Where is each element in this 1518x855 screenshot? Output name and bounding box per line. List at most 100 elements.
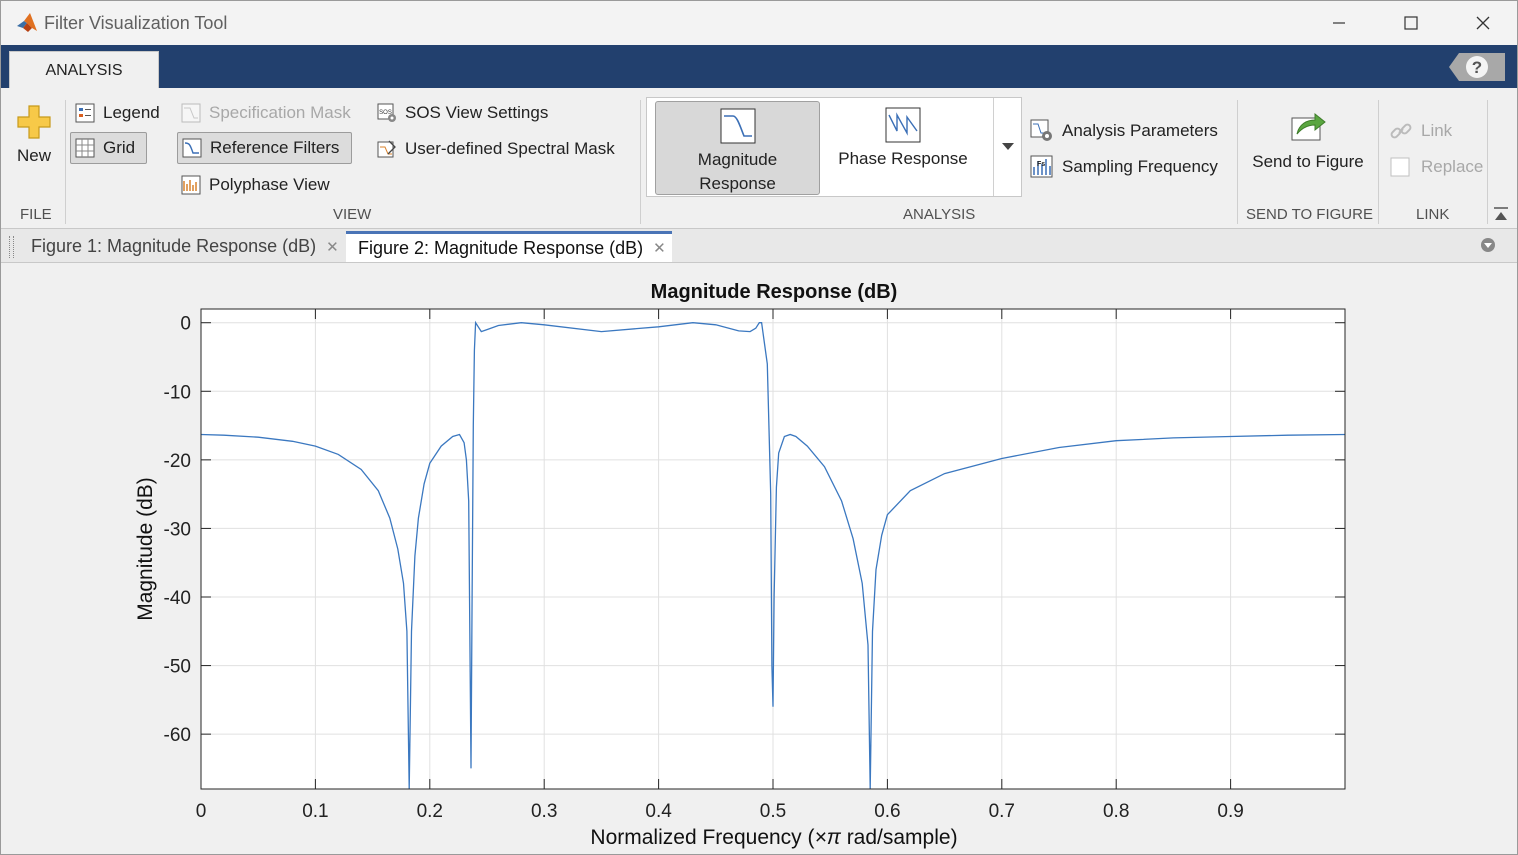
- grid-label: Grid: [103, 138, 136, 157]
- title-bar: Filter Visualization Tool: [1, 1, 1517, 45]
- x-axis-label-symbol: ×π: [815, 826, 842, 849]
- tab-figure-2-label: Figure 2: Magnitude Response (dB): [358, 237, 644, 258]
- y-tick-label: -40: [164, 588, 191, 609]
- tab-grip-handle[interactable]: [9, 236, 14, 258]
- analysis-parameters-button[interactable]: Analysis Parameters: [1030, 118, 1218, 144]
- help-button[interactable]: ?: [1441, 52, 1505, 82]
- send-to-figure-button[interactable]: Send to Figure: [1247, 104, 1369, 174]
- svg-text:Fs: Fs: [1037, 161, 1045, 168]
- magnitude-response-icon: [720, 108, 755, 144]
- polyphase-view-icon: [181, 175, 201, 195]
- x-tick-label: 0: [196, 801, 207, 822]
- specification-mask-label: Specification Mask: [209, 103, 351, 122]
- legend-icon: [75, 103, 95, 123]
- grid-button[interactable]: Grid: [70, 132, 147, 164]
- phase-response-icon: [885, 107, 921, 143]
- y-tick-label: 0: [180, 314, 191, 335]
- legend-label: Legend: [103, 103, 160, 122]
- maximize-button[interactable]: [1379, 1, 1443, 45]
- chevron-down-icon: [1002, 143, 1014, 150]
- new-label: New: [16, 146, 51, 165]
- window-title: Filter Visualization Tool: [44, 13, 228, 33]
- x-tick-label: 0.8: [1103, 801, 1129, 822]
- new-button[interactable]: New: [11, 104, 57, 174]
- magnitude-response-chart[interactable]: Magnitude Response (dB) 0 0.1 0.2 0.3 0.4 0.5…: [1, 263, 1517, 854]
- separator: [640, 100, 641, 224]
- phase-response-label: Phase Response: [838, 149, 968, 168]
- x-tick-labels: 0 0.1 0.2 0.3 0.4 0.5 0.6 0.7 0.8 0.9: [196, 801, 1244, 822]
- close-icon: [1476, 16, 1490, 30]
- sos-settings-icon: SOS: [377, 103, 396, 122]
- y-tick-label: -50: [164, 657, 191, 678]
- x-axis-label-suffix: rad/sample): [841, 826, 958, 849]
- sos-view-settings-label: SOS View Settings: [405, 103, 549, 122]
- x-tick-label: 0.2: [417, 801, 443, 822]
- checkbox-icon: [1390, 157, 1410, 177]
- plus-icon: [17, 105, 51, 139]
- specification-mask-button[interactable]: Specification Mask: [181, 100, 351, 126]
- phase-response-button[interactable]: Phase Response: [823, 101, 983, 195]
- reference-filters-button[interactable]: Reference Filters: [177, 132, 352, 164]
- maximize-icon: [1404, 16, 1418, 30]
- link-label: Link: [1421, 121, 1453, 140]
- tab-analysis[interactable]: ANALYSIS: [9, 51, 159, 90]
- link-icon: [1390, 123, 1412, 139]
- app-window: Filter Visualization Tool ANALYSIS ? New…: [0, 0, 1518, 855]
- link-button[interactable]: Link: [1389, 118, 1452, 144]
- x-tick-label: 0.9: [1217, 801, 1243, 822]
- collapse-toolstrip-icon[interactable]: [1492, 206, 1510, 222]
- polyphase-view-button[interactable]: Polyphase View: [181, 172, 330, 198]
- x-tick-label: 0.5: [760, 801, 786, 822]
- minimize-button[interactable]: [1307, 1, 1371, 45]
- gallery-expand-button[interactable]: [993, 98, 1022, 196]
- y-axis-label: Magnitude (dB): [134, 477, 157, 621]
- sos-view-settings-button[interactable]: SOS SOS View Settings: [377, 100, 548, 126]
- separator: [65, 100, 66, 224]
- grid-icon: [75, 138, 95, 158]
- magnitude-response-label-2: Response: [699, 174, 776, 193]
- svg-text:?: ?: [1472, 58, 1482, 77]
- close-tab-icon[interactable]: ✕: [653, 239, 666, 257]
- group-label-analysis: ANALYSIS: [903, 206, 976, 223]
- specification-mask-icon: [181, 103, 201, 123]
- reference-filters-icon: [182, 138, 202, 158]
- reference-filters-label: Reference Filters: [210, 138, 340, 157]
- y-tick-label: -10: [164, 382, 191, 403]
- y-tick-label: -60: [164, 725, 191, 746]
- sampling-frequency-button[interactable]: Fs Sampling Frequency: [1030, 154, 1218, 180]
- analysis-parameters-icon: [1030, 119, 1052, 141]
- close-tab-icon[interactable]: ✕: [326, 238, 339, 256]
- sampling-frequency-icon: Fs: [1030, 155, 1053, 178]
- x-tick-label: 0.6: [874, 801, 900, 822]
- y-tick-labels: 0 -10 -20 -30 -40 -50 -60: [164, 314, 191, 746]
- matlab-logo-icon: [17, 13, 37, 32]
- close-button[interactable]: [1451, 1, 1515, 45]
- group-label-send-to-figure: SEND TO FIGURE: [1246, 206, 1373, 223]
- send-to-figure-label: Send to Figure: [1252, 152, 1364, 171]
- magnitude-response-label-1: Magnitude: [697, 150, 778, 169]
- group-label-link: LINK: [1416, 206, 1450, 223]
- group-label-view: VIEW: [333, 206, 372, 223]
- spectral-mask-icon: [377, 140, 396, 158]
- user-defined-spectral-mask-label: User-defined Spectral Mask: [405, 139, 615, 158]
- figure-area: Magnitude Response (dB) 0 0.1 0.2 0.3 0.4 0.5…: [1, 263, 1517, 854]
- polyphase-view-label: Polyphase View: [209, 175, 330, 194]
- tab-figure-1-label: Figure 1: Magnitude Response (dB): [31, 236, 317, 256]
- y-tick-label: -30: [164, 519, 191, 540]
- analysis-gallery: Magnitude Response Phase Response: [646, 97, 1022, 197]
- minimize-icon: [1333, 22, 1345, 24]
- magnitude-response-button[interactable]: Magnitude Response: [655, 101, 820, 195]
- tab-figure-1[interactable]: Figure 1: Magnitude Response (dB) ✕: [19, 231, 345, 262]
- x-tick-label: 0.7: [989, 801, 1015, 822]
- tab-options-icon[interactable]: [1479, 236, 1497, 254]
- x-tick-label: 0.1: [302, 801, 328, 822]
- toolstrip: New FILE Legend Grid Specification Mask …: [1, 88, 1517, 229]
- legend-button[interactable]: Legend: [75, 100, 160, 126]
- replace-checkbox[interactable]: Replace: [1389, 154, 1483, 180]
- sampling-frequency-label: Sampling Frequency: [1062, 157, 1218, 176]
- chart-title: Magnitude Response (dB): [651, 281, 898, 303]
- tab-figure-2[interactable]: Figure 2: Magnitude Response (dB) ✕: [346, 231, 672, 262]
- analysis-parameters-label: Analysis Parameters: [1062, 121, 1218, 140]
- user-defined-spectral-mask-button[interactable]: User-defined Spectral Mask: [377, 136, 615, 162]
- separator: [1237, 100, 1238, 224]
